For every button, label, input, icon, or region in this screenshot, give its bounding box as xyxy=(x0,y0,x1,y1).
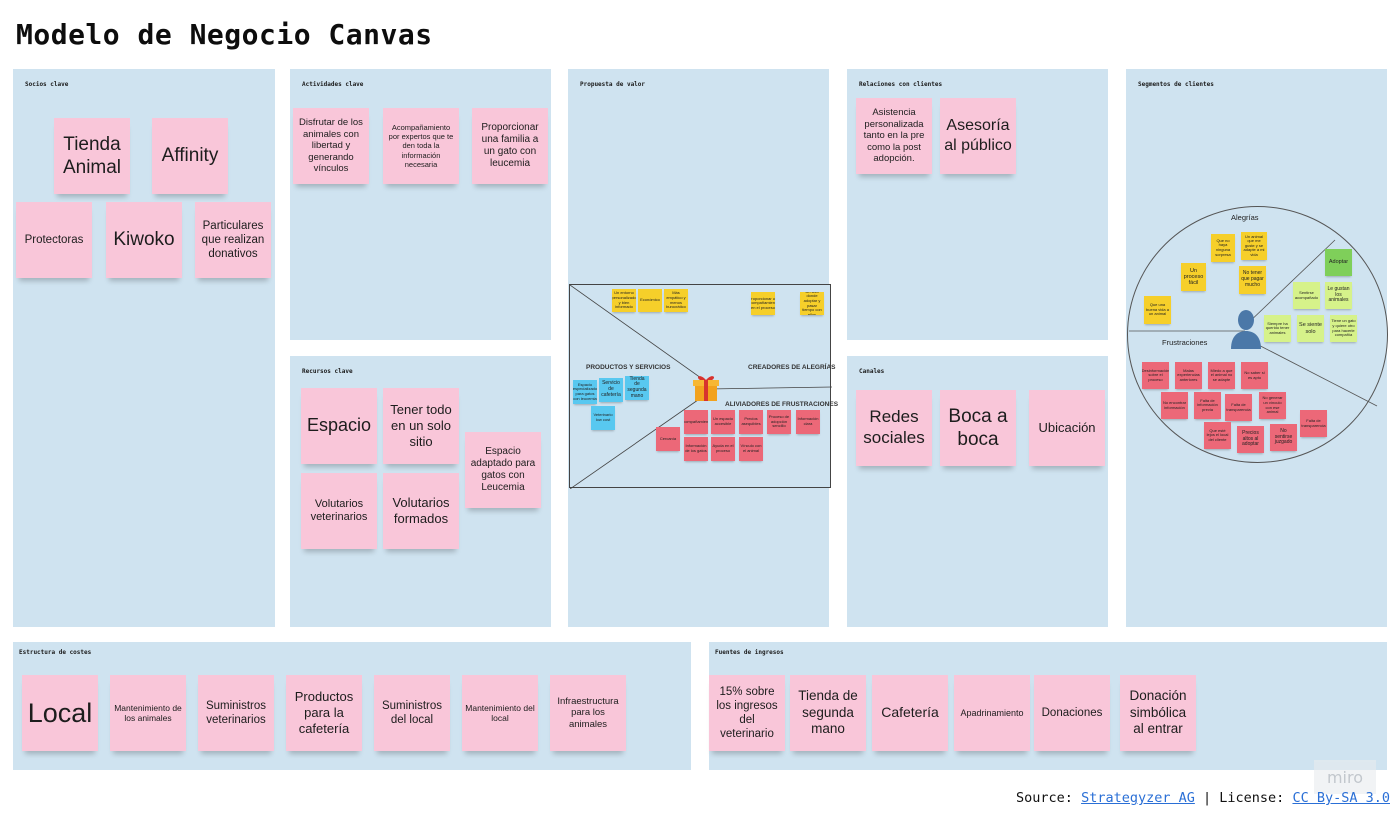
sticky-note[interactable]: Suministros del local xyxy=(374,675,450,751)
pain-note[interactable]: Miedo a que el animal no se adapte xyxy=(1208,362,1235,389)
source-link[interactable]: Strategyzer AG xyxy=(1081,790,1195,806)
circle-label-alegrias: Alegrías xyxy=(1231,213,1259,222)
gain-note[interactable]: No tener que pagar mucho xyxy=(1239,266,1266,294)
pain-note[interactable]: Malas experiencias anteriores xyxy=(1175,362,1202,389)
gain-creator-note[interactable]: Un entorno personalizado y bien informad… xyxy=(612,289,636,312)
source-footer: Source: Strategyzer AG | License: CC By-… xyxy=(1016,790,1390,806)
sticky-note[interactable]: Disfrutar de los animales con libertad y… xyxy=(293,108,369,184)
section-label: Segmentos de clientes xyxy=(1138,81,1214,88)
pain-note[interactable]: Falta de información previa xyxy=(1194,392,1221,419)
product-note[interactable]: Servicio de cafetería xyxy=(599,378,623,402)
section-label: Fuentes de ingresos xyxy=(715,649,784,656)
gain-note[interactable]: Que una buena vida a un animal xyxy=(1144,296,1171,324)
sticky-note[interactable]: Infraestructura para los animales xyxy=(550,675,626,751)
product-note[interactable]: Veterinario low cost xyxy=(591,406,615,430)
pain-reliever-note[interactable]: Proceso de adopción sencillo xyxy=(767,410,791,434)
pain-note[interactable]: No saber si es apto xyxy=(1241,362,1268,389)
gain-note[interactable]: Sentirse acompañado xyxy=(1293,282,1320,309)
gain-creator-note[interactable]: Un sitio donde adoptar y pasar tiempo co… xyxy=(800,292,824,315)
section-label: Estructura de costes xyxy=(19,649,92,656)
sticky-note[interactable]: Apadrinamiento xyxy=(954,675,1030,751)
pain-reliever-note[interactable]: Información clara xyxy=(796,410,820,434)
sticky-note[interactable]: Proporcionar una familia a un gato con l… xyxy=(472,108,548,184)
product-note[interactable]: Espacio especializado para gatos con leu… xyxy=(573,380,597,404)
circle-label-frustraciones: Frustraciones xyxy=(1162,338,1208,347)
sticky-note[interactable]: Espacio xyxy=(301,388,377,464)
value-map-label-creadores: CREADORES DE ALEGRÍAS xyxy=(748,364,836,371)
gain-note[interactable]: Siempre ha querido tener animales xyxy=(1264,315,1291,342)
sticky-note[interactable]: Donación simbólica al entrar xyxy=(1120,675,1196,751)
sticky-note[interactable]: Asesoría al público xyxy=(940,98,1016,174)
sticky-note[interactable]: Espacio adaptado para gatos con Leucemia xyxy=(465,432,541,508)
sticky-note[interactable]: Asistencia personalizada tanto en la pre… xyxy=(856,98,932,174)
section-label: Actividades clave xyxy=(302,81,364,88)
gain-creator-note[interactable]: Económico xyxy=(638,289,662,312)
gain-note[interactable]: Que no haya ninguna sorpresa xyxy=(1211,234,1235,262)
source-label: Source: xyxy=(1016,790,1073,806)
sticky-note[interactable]: Tener todo en un solo sitio xyxy=(383,388,459,464)
gain-note[interactable]: Un animal que me guste y se adapte a mi … xyxy=(1241,232,1267,260)
product-note[interactable]: Tienda de segunda mano xyxy=(625,376,649,400)
sticky-note[interactable]: Tienda Animal xyxy=(54,118,130,194)
pain-note[interactable]: Falta de transparencia xyxy=(1225,394,1252,421)
gain-note[interactable]: Se siente solo xyxy=(1297,315,1324,342)
section-label: Socios clave xyxy=(25,81,69,88)
sticky-note[interactable]: Particulares que realizan donativos xyxy=(195,202,271,278)
pain-reliever-note[interactable]: Precios asequibles xyxy=(739,410,763,434)
page-title: Modelo de Negocio Canvas xyxy=(16,18,433,51)
sticky-note[interactable]: Redes sociales xyxy=(856,390,932,466)
sticky-note[interactable]: Affinity xyxy=(152,118,228,194)
gift-icon xyxy=(690,371,722,403)
miro-watermark: miro xyxy=(1314,760,1376,794)
value-map-label-productos: PRODUCTOS Y SERVICIOS xyxy=(586,364,671,371)
sticky-note[interactable]: Suministros veterinarios xyxy=(198,675,274,751)
license-link[interactable]: CC By-SA 3.0 xyxy=(1292,790,1390,806)
sticky-note[interactable]: Local xyxy=(22,675,98,751)
sticky-note[interactable]: Cafetería xyxy=(872,675,948,751)
gain-note[interactable]: Adoptar xyxy=(1325,249,1352,276)
person-icon xyxy=(1231,307,1261,349)
pain-note[interactable]: Que esté lejos el local del cliente xyxy=(1204,422,1231,449)
section-label: Canales xyxy=(859,368,885,375)
sticky-note[interactable]: 15% sobre los ingresos del veterinario xyxy=(709,675,785,751)
gain-creator-note[interactable]: Proporcionar un acompañamiento en el pro… xyxy=(751,292,775,315)
value-map-label-aliviadores: ALIVIADORES DE FRUSTRACIONES xyxy=(725,401,839,408)
footer-separator: | xyxy=(1203,790,1212,806)
gain-note[interactable]: Un proceso fácil xyxy=(1181,263,1206,291)
pain-reliever-note[interactable]: Acompañamiento xyxy=(684,410,708,434)
pain-note[interactable]: No sentirse juzgado xyxy=(1270,424,1297,451)
pain-note[interactable]: No generar un vínculo con ese animal xyxy=(1259,392,1286,419)
pain-reliever-note[interactable]: Vínculo con el animal xyxy=(739,437,763,461)
pain-reliever-note[interactable]: Información de los gatos xyxy=(684,437,708,461)
pain-reliever-note[interactable]: Cercanía xyxy=(656,427,680,451)
pain-reliever-note[interactable]: Un espacio accesible xyxy=(711,410,735,434)
sticky-note[interactable]: Volutarios veterinarios xyxy=(301,473,377,549)
sticky-note[interactable]: Tienda de segunda mano xyxy=(790,675,866,751)
sticky-note[interactable]: Volutarios formados xyxy=(383,473,459,549)
sticky-note[interactable]: Boca a boca xyxy=(940,390,1016,466)
sticky-note[interactable]: Mantenimiento del local xyxy=(462,675,538,751)
section-socios-clave[interactable]: Socios clave xyxy=(13,69,275,627)
pain-reliever-note[interactable]: Ayuda en el proceso xyxy=(711,437,735,461)
sticky-note[interactable]: Donaciones xyxy=(1034,675,1110,751)
sticky-note[interactable]: Productos para la cafetería xyxy=(286,675,362,751)
pain-note[interactable]: Falta de transparencia xyxy=(1300,410,1327,437)
license-label: License: xyxy=(1219,790,1285,806)
pain-note[interactable]: No encontrar información xyxy=(1161,392,1188,419)
sticky-note[interactable]: Protectoras xyxy=(16,202,92,278)
gain-creator-note[interactable]: Más empático y menos burocrático xyxy=(664,289,688,312)
section-label: Relaciones con clientes xyxy=(859,81,943,88)
pain-note[interactable]: Desinformación sobre el proceso xyxy=(1142,362,1169,389)
section-label: Propuesta de valor xyxy=(580,81,646,88)
sticky-note[interactable]: Kiwoko xyxy=(106,202,182,278)
sticky-note[interactable]: Mantenimiento de los animales xyxy=(110,675,186,751)
sticky-note[interactable]: Acompañamiento por expertos que te den t… xyxy=(383,108,459,184)
gain-note[interactable]: Tiene un gato y quiere otro para hacerle… xyxy=(1330,315,1357,342)
pain-note[interactable]: Precios altos al adoptar xyxy=(1237,426,1264,453)
section-label: Recursos clave xyxy=(302,368,353,375)
sticky-note[interactable]: Ubicación xyxy=(1029,390,1105,466)
gain-note[interactable]: Le gustan los animales xyxy=(1325,282,1352,309)
